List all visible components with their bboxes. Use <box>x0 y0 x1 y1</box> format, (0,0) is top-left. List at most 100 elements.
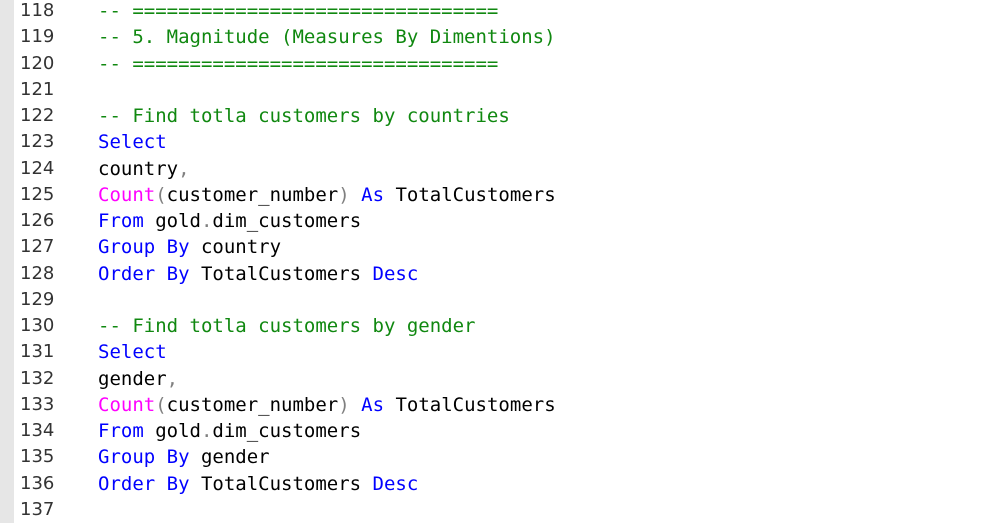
code-text: Order By TotalCustomers Desc <box>98 471 418 497</box>
code-identifier: gold <box>143 210 201 232</box>
code-line[interactable]: 120 -- ================================ <box>0 51 1000 77</box>
code-comment: -- Find totla customers by gender <box>98 315 476 337</box>
code-function: Count <box>98 393 156 416</box>
code-text: Order By TotalCustomers Desc <box>98 261 418 287</box>
code-line[interactable]: 126 From gold.dim_customers <box>0 208 1000 234</box>
code-operator: , <box>166 367 179 390</box>
code-line[interactable]: 121 <box>0 77 1000 103</box>
code-line[interactable]: 124 country, <box>0 156 1000 182</box>
code-identifier: gender <box>98 367 167 390</box>
line-number: 136 <box>20 472 55 494</box>
code-line[interactable]: 127 Group By country <box>0 234 1000 260</box>
code-identifier: TotalCustomers <box>189 472 373 495</box>
code-identifier: gold <box>143 420 201 442</box>
line-number: 130 <box>20 315 55 336</box>
code-identifier: dim_customers <box>212 420 362 442</box>
code-text: Count(customer_number) As TotalCustomers <box>98 182 556 208</box>
code-keyword: As <box>361 183 385 206</box>
code-editor[interactable]: 118 -- ================================ 11… <box>0 0 1000 523</box>
code-identifier: country <box>98 157 179 180</box>
code-identifier: TotalCustomers <box>189 262 373 285</box>
line-number: 126 <box>20 210 55 231</box>
code-keyword: Group By <box>98 236 190 259</box>
code-function: Count <box>98 183 156 206</box>
code-text: From gold.dim_customers <box>98 208 361 234</box>
code-identifier <box>350 184 361 206</box>
code-line[interactable]: 129 <box>0 287 1000 313</box>
code-line[interactable]: 125 Count(customer_number) As TotalCustom… <box>0 182 1000 208</box>
line-number: 122 <box>20 105 55 126</box>
code-operator: ( <box>155 183 167 206</box>
code-text: -- ================================ <box>98 0 498 24</box>
code-line[interactable]: 118 -- ================================ <box>0 0 1000 24</box>
code-operator: . <box>200 210 213 232</box>
code-keyword: Group By <box>98 446 190 469</box>
code-keyword: Order By <box>98 472 190 495</box>
line-number: 131 <box>20 341 55 363</box>
code-operator: . <box>200 420 213 442</box>
line-number: 132 <box>20 367 55 389</box>
code-keyword: Select <box>98 131 167 154</box>
code-identifier <box>350 394 361 416</box>
line-number: 137 <box>20 498 55 520</box>
code-keyword: Desc <box>372 262 419 285</box>
code-comment: -- Find totla customers by countries <box>98 105 510 127</box>
code-keyword: From <box>98 420 144 442</box>
code-operator: , <box>178 157 190 180</box>
line-number: 127 <box>20 236 55 258</box>
code-text: country, <box>98 156 190 182</box>
code-identifier: TotalCustomers <box>384 183 556 206</box>
line-number: 125 <box>20 183 55 205</box>
code-comment: -- 5. Magnitude (Measures By Dimentions) <box>98 26 556 49</box>
code-line[interactable]: 123 Select <box>0 129 1000 155</box>
code-line[interactable]: 130 -- Find totla customers by gender <box>0 313 1000 339</box>
line-number: 129 <box>20 288 55 310</box>
line-number: 119 <box>20 26 55 48</box>
code-line[interactable]: 136 Order By TotalCustomers Desc <box>0 471 1000 497</box>
line-number: 133 <box>20 393 55 415</box>
code-line[interactable]: 131 Select <box>0 339 1000 365</box>
code-text: -- 5. Magnitude (Measures By Dimentions) <box>98 24 556 50</box>
code-line[interactable]: 128 Order By TotalCustomers Desc <box>0 261 1000 287</box>
code-keyword: From <box>98 210 144 232</box>
code-line[interactable]: 119 -- 5. Magnitude (Measures By Dimentio… <box>0 24 1000 50</box>
code-line[interactable]: 134 From gold.dim_customers <box>0 418 1000 444</box>
code-line[interactable]: 132 gender, <box>0 366 1000 392</box>
code-lines: 118 -- ================================ 11… <box>0 0 1000 523</box>
line-number: 135 <box>20 446 55 468</box>
code-text: From gold.dim_customers <box>98 418 361 444</box>
code-text: gender, <box>98 366 178 392</box>
code-text: Select <box>98 339 167 365</box>
code-text: -- Find totla customers by gender <box>98 313 476 339</box>
code-line[interactable]: 137 <box>0 497 1000 523</box>
code-line[interactable]: 133 Count(customer_number) As TotalCustom… <box>0 392 1000 418</box>
code-identifier: customer_number <box>166 393 339 416</box>
code-keyword: Select <box>98 341 167 364</box>
line-number: 121 <box>20 78 55 100</box>
line-number: 120 <box>20 52 55 74</box>
line-number: 118 <box>20 0 55 21</box>
line-number: 124 <box>20 157 55 179</box>
code-line[interactable]: 135 Group By gender <box>0 444 1000 470</box>
code-keyword: Desc <box>372 472 419 495</box>
line-number: 123 <box>20 131 55 153</box>
code-identifier: TotalCustomers <box>384 393 556 416</box>
code-keyword: Order By <box>98 262 190 285</box>
code-text: Count(customer_number) As TotalCustomers <box>98 392 556 418</box>
code-text: -- Find totla customers by countries <box>98 103 510 129</box>
code-operator: ) <box>338 183 350 206</box>
code-comment: -- ================================ <box>98 52 499 75</box>
code-text: -- ================================ <box>98 51 498 77</box>
code-text: Group By country <box>98 234 281 260</box>
code-operator: ) <box>338 393 350 416</box>
line-number: 128 <box>20 262 55 284</box>
code-identifier: customer_number <box>166 183 339 206</box>
code-comment: -- ================================ <box>98 0 499 22</box>
code-text: Group By gender <box>98 444 270 470</box>
code-identifier: dim_customers <box>212 210 362 232</box>
code-identifier: country <box>189 236 282 259</box>
code-operator: ( <box>155 393 167 416</box>
code-identifier: gender <box>189 446 270 469</box>
code-line[interactable]: 122 -- Find totla customers by countries <box>0 103 1000 129</box>
code-keyword: As <box>361 393 385 416</box>
